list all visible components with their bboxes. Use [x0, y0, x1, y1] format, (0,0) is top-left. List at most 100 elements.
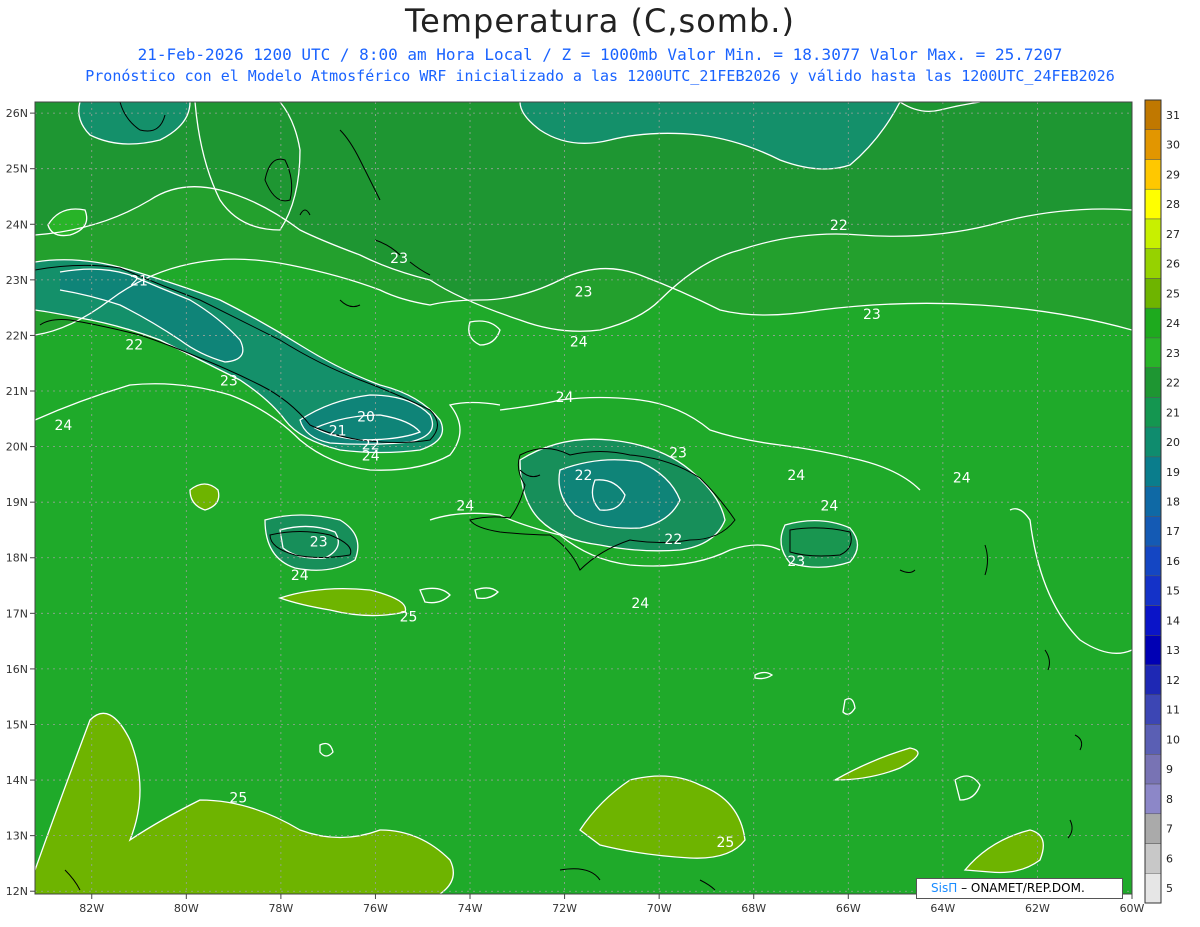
- colorbar-swatch: [1144, 813, 1162, 844]
- contour-label: 24: [362, 448, 380, 464]
- contour-label: 24: [820, 499, 838, 515]
- colorbar-label: 15: [1166, 585, 1180, 598]
- colorbar-label: 7: [1166, 823, 1173, 836]
- credit-box: SisΠ – ONAMET/REP.DOM.: [916, 878, 1123, 899]
- contour-label: 22: [575, 468, 593, 484]
- colorbar-label: 16: [1166, 555, 1180, 568]
- lon-tick-label: 80W: [174, 902, 199, 915]
- contour-label: 24: [570, 335, 588, 351]
- colorbar-swatch: [1144, 575, 1162, 606]
- lon-tick-label: 62W: [1025, 902, 1050, 915]
- contour-label: 24: [456, 499, 474, 515]
- lat-tick-label: 25N: [6, 163, 28, 176]
- lon-tick-label: 76W: [363, 902, 388, 915]
- lon-tick-label: 78W: [268, 902, 293, 915]
- lat-tick-label: 16N: [6, 663, 28, 676]
- colorbar-swatch: [1144, 783, 1162, 815]
- lat-tick-label: 20N: [6, 441, 28, 454]
- colorbar-swatch: [1144, 278, 1162, 309]
- lat-tick-label: 23N: [6, 274, 28, 287]
- colorbar-swatch: [1144, 367, 1162, 398]
- contour-label: 24: [556, 390, 574, 406]
- colorbar-label: 20: [1166, 436, 1180, 449]
- lat-tick-label: 13N: [6, 830, 28, 843]
- contour-label: 24: [54, 418, 72, 434]
- colorbar-swatch: [1144, 664, 1162, 696]
- lon-tick-label: 60W: [1120, 902, 1145, 915]
- credit-text: – ONAMET/REP.DOM.: [961, 881, 1085, 895]
- contour-label: 23: [669, 446, 687, 462]
- lat-tick-label: 12N: [6, 885, 28, 898]
- colorbar-label: 5: [1166, 882, 1173, 895]
- lon-tick-label: 74W: [458, 902, 483, 915]
- colorbar-swatch: [1144, 129, 1162, 160]
- temperature-colorbar: 31 30 29 28 27 26 25 24 23 22 21 20 19 18 17 16 15 14 13 12…: [1144, 99, 1180, 904]
- contour-label: 22: [664, 532, 682, 548]
- colorbar-swatch: [1144, 724, 1162, 755]
- lon-tick-label: 68W: [741, 902, 766, 915]
- colorbar-swatch: [1144, 545, 1162, 577]
- contour-label: 23: [390, 251, 408, 267]
- contour-label: 22: [830, 218, 848, 234]
- colorbar-swatch: [1144, 159, 1162, 190]
- contour-label: 20: [357, 410, 375, 426]
- lon-tick-label: 82W: [79, 902, 104, 915]
- lat-tick-label: 24N: [6, 218, 28, 231]
- contour-label: 25: [229, 790, 247, 806]
- contour-label: 23: [575, 285, 593, 301]
- colorbar-label: 23: [1166, 347, 1180, 360]
- temperature-map: 21 22 23 24 23 20 21 22 24 23 22 23 24 24 23 22 22 24 24 24…: [6, 99, 1180, 915]
- colorbar-swatch: [1144, 754, 1162, 785]
- lon-tick-label: 72W: [552, 902, 577, 915]
- colorbar-swatch: [1144, 337, 1162, 368]
- colorbar-label: 29: [1166, 168, 1180, 181]
- colorbar-label: 11: [1166, 704, 1180, 717]
- contour-label: 24: [291, 568, 309, 584]
- lat-tick-label: 18N: [6, 552, 28, 565]
- contour-label: 23: [787, 554, 805, 570]
- colorbar-swatch: [1144, 516, 1162, 547]
- lat-tick-label: 14N: [6, 774, 28, 787]
- colorbar-swatch: [1144, 843, 1162, 874]
- contour-label: 22: [125, 337, 143, 353]
- lat-tick-label: 15N: [6, 718, 28, 731]
- lat-tick-label: 17N: [6, 607, 28, 620]
- colorbar-swatch: [1144, 605, 1162, 636]
- colorbar-swatch: [1144, 635, 1162, 666]
- colorbar-label: 26: [1166, 258, 1180, 271]
- lat-tick-label: 21N: [6, 385, 28, 398]
- contour-label: 23: [310, 535, 328, 551]
- colorbar-label: 6: [1166, 852, 1173, 865]
- colorbar-swatch: [1144, 426, 1162, 458]
- colorbar-swatch: [1144, 694, 1162, 725]
- colorbar-swatch: [1144, 218, 1162, 249]
- contour-label: 25: [716, 835, 734, 851]
- colorbar-label: 27: [1166, 228, 1180, 241]
- colorbar-label: 17: [1166, 525, 1180, 538]
- contour-label: 24: [953, 471, 971, 487]
- colorbar-label: 18: [1166, 496, 1180, 509]
- colorbar-label: 24: [1166, 317, 1180, 330]
- contour-label: 24: [787, 468, 805, 484]
- colorbar-label: 8: [1166, 793, 1173, 806]
- colorbar-label: 13: [1166, 644, 1180, 657]
- colorbar-label: 12: [1166, 674, 1180, 687]
- colorbar-swatch: [1144, 456, 1162, 487]
- lat-tick-label: 19N: [6, 496, 28, 509]
- colorbar-swatch: [1144, 486, 1162, 517]
- lon-tick-label: 66W: [836, 902, 861, 915]
- colorbar-swatch: [1144, 99, 1162, 130]
- contour-label: 21: [329, 423, 347, 439]
- contour-label: 23: [220, 373, 238, 389]
- contour-label: 24: [631, 596, 649, 612]
- contour-label: 23: [863, 307, 881, 323]
- colorbar-label: 14: [1166, 614, 1180, 627]
- colorbar-swatch: [1144, 397, 1162, 428]
- lat-tick-label: 22N: [6, 329, 28, 342]
- map-field: [35, 102, 1132, 894]
- colorbar-swatch: [1144, 873, 1162, 904]
- lon-tick-label: 64W: [930, 902, 955, 915]
- lon-tick-label: 70W: [647, 902, 672, 915]
- colorbar-label: 10: [1166, 733, 1180, 746]
- lat-tick-label: 26N: [6, 107, 28, 120]
